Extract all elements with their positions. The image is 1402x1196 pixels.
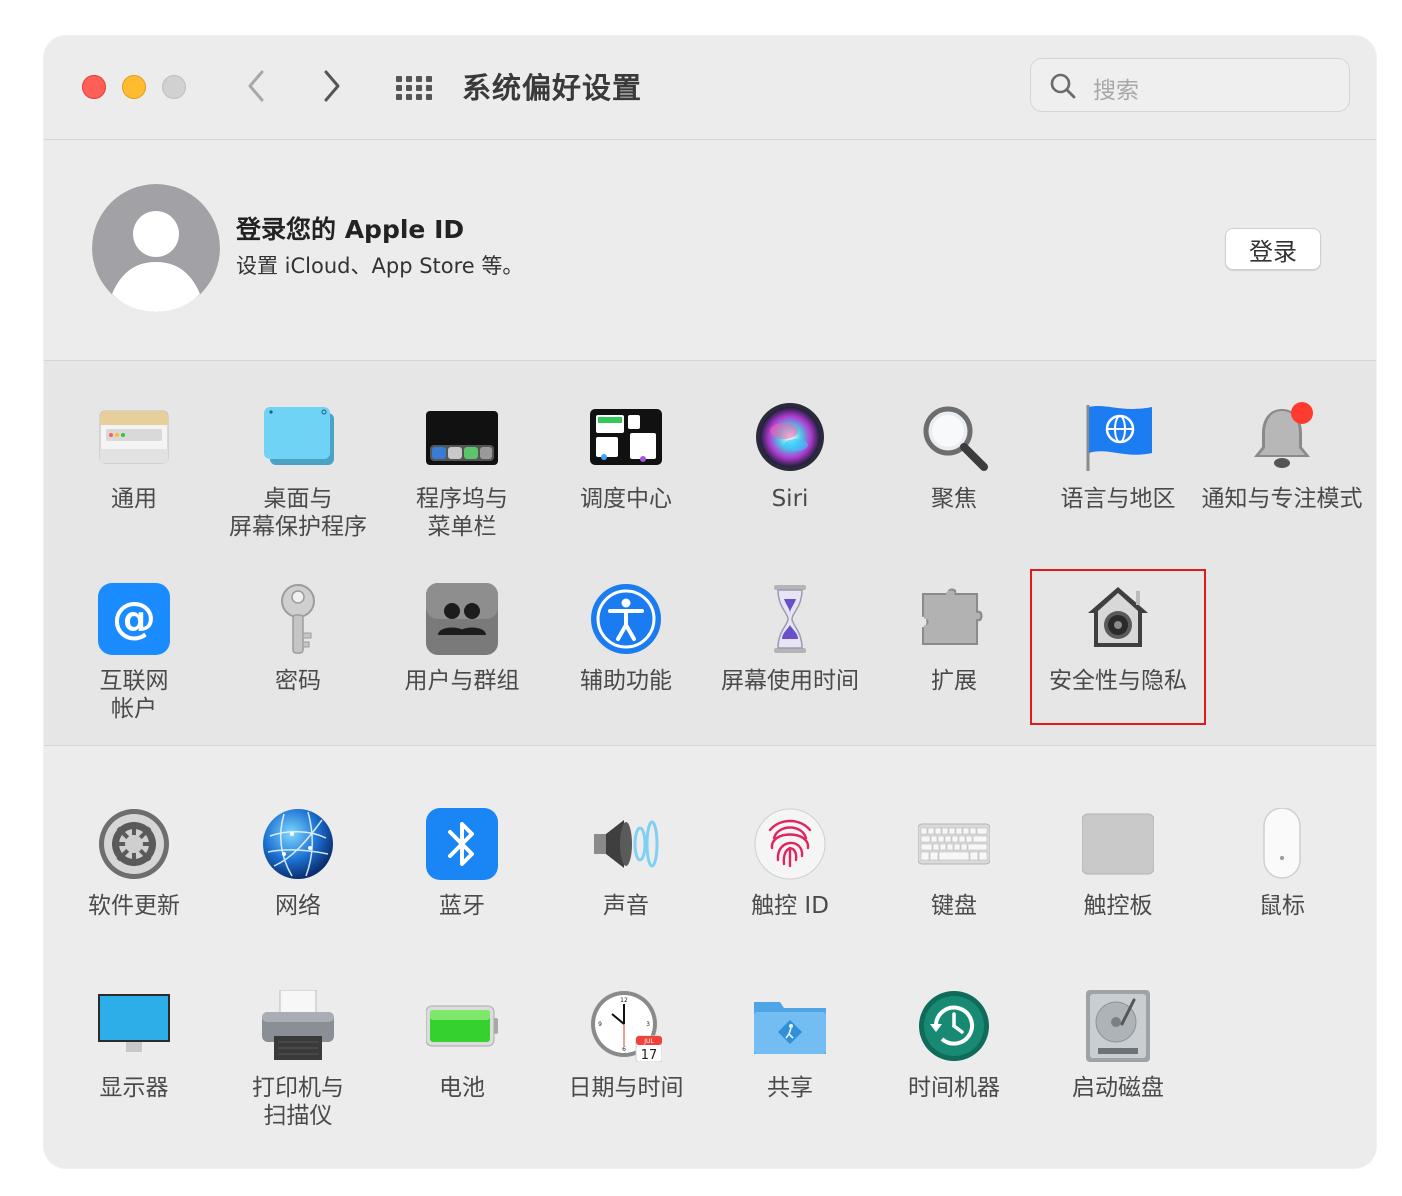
pane-label: 用户与群组 xyxy=(404,668,520,694)
dock-menubar-icon xyxy=(426,411,498,465)
touch-id-icon xyxy=(754,808,826,880)
title-bar: 系统偏好设置 搜索 xyxy=(44,36,1376,140)
user-silhouette-icon xyxy=(92,184,220,312)
search-icon xyxy=(1050,73,1076,99)
system-preferences-window: 系统偏好设置 搜索 登录您的 Apple ID 设置 iCloud、App St… xyxy=(44,36,1376,1168)
close-button[interactable] xyxy=(82,75,106,99)
desktop-screensaver-icon xyxy=(264,407,334,465)
network-icon xyxy=(263,809,333,879)
pane-label: 程序坞与 菜单栏 xyxy=(416,486,508,540)
chevron-right-icon xyxy=(324,70,340,102)
minimize-button[interactable] xyxy=(122,75,146,99)
pane-label: 蓝牙 xyxy=(439,893,485,919)
chevron-left-icon xyxy=(248,70,264,102)
search-placeholder: 搜索 xyxy=(1093,78,1139,104)
svg-text:9: 9 xyxy=(598,1021,602,1028)
pane-label: 电池 xyxy=(439,1075,485,1101)
pane-label: 互联网 帐户 xyxy=(99,668,169,722)
pane-label: 屏幕使用时间 xyxy=(721,668,859,694)
pane-label: 软件更新 xyxy=(88,893,180,919)
pane-label: Siri xyxy=(771,486,809,512)
pane-label: 聚焦 xyxy=(931,486,977,512)
apple-id-title: 登录您的 Apple ID xyxy=(236,215,465,244)
general-icon xyxy=(99,410,169,464)
keyboard-icon xyxy=(918,823,990,865)
spotlight-icon xyxy=(923,406,988,471)
bluetooth-icon xyxy=(426,808,498,880)
pane-label: 启动磁盘 xyxy=(1072,1075,1164,1101)
zoom-button[interactable] xyxy=(162,75,186,99)
date-time-icon: 12 3 6 9 JUL 17 xyxy=(591,991,662,1062)
apple-id-section: 登录您的 Apple ID 设置 iCloud、App Store 等。 登录 xyxy=(44,140,1376,361)
pane-label: 键盘 xyxy=(931,893,977,919)
pane-label: 通知与专注模式 xyxy=(1201,486,1363,512)
search-field[interactable]: 搜索 xyxy=(1030,58,1350,112)
sound-icon xyxy=(594,820,659,868)
startup-disk-icon xyxy=(1086,990,1150,1062)
battery-icon xyxy=(426,1005,498,1047)
extensions-icon xyxy=(922,588,983,645)
printers-scanners-icon xyxy=(262,990,334,1060)
pane-label: 时间机器 xyxy=(908,1075,1000,1101)
software-update-icon xyxy=(99,809,169,879)
window-title: 系统偏好设置 xyxy=(462,71,643,105)
pane-label: 辅助功能 xyxy=(580,668,672,694)
pane-label: 显示器 xyxy=(99,1075,169,1101)
pane-label: 日期与时间 xyxy=(568,1075,684,1101)
mouse-icon xyxy=(1263,808,1301,879)
back-button[interactable] xyxy=(236,66,276,106)
pane-label: 声音 xyxy=(603,893,649,919)
avatar[interactable] xyxy=(92,184,220,312)
pane-label: 调度中心 xyxy=(580,486,672,512)
time-machine-icon xyxy=(919,991,989,1061)
calendar-day: 17 xyxy=(641,1048,658,1062)
show-all-button[interactable] xyxy=(392,68,436,108)
svg-text:12: 12 xyxy=(620,997,628,1004)
sign-in-button[interactable]: 登录 xyxy=(1225,228,1321,270)
language-region-icon xyxy=(1086,405,1152,471)
apple-id-subtitle: 设置 iCloud、App Store 等。 xyxy=(236,254,524,278)
highlight-box xyxy=(1030,569,1206,725)
calendar-month: JUL xyxy=(643,1038,654,1045)
internet-accounts-icon: @ xyxy=(98,583,170,655)
mission-control-icon xyxy=(590,409,662,465)
svg-text:6: 6 xyxy=(622,1046,626,1053)
pane-label: 密码 xyxy=(275,668,321,694)
pane-label: 通用 xyxy=(111,486,157,512)
passwords-icon xyxy=(281,584,315,654)
notifications-icon xyxy=(1254,402,1313,468)
pane-label: 语言与地区 xyxy=(1060,486,1176,512)
pane-label: 桌面与 屏幕保护程序 xyxy=(229,486,367,540)
pane-label: 网络 xyxy=(275,893,321,919)
pane-label: 鼠标 xyxy=(1259,893,1305,919)
accessibility-icon xyxy=(591,584,661,654)
grid-icon xyxy=(396,76,432,100)
sharing-icon xyxy=(754,1002,826,1054)
pane-label: 扩展 xyxy=(931,668,977,694)
pane-label: 共享 xyxy=(767,1075,813,1101)
screen-time-icon xyxy=(774,585,806,653)
svg-text:@: @ xyxy=(112,593,156,644)
pane-label: 触控板 xyxy=(1083,893,1153,919)
svg-text:3: 3 xyxy=(646,1021,650,1028)
trackpad-icon xyxy=(1082,813,1154,875)
users-groups-icon xyxy=(426,583,498,655)
hardware-prefs-section: 软件更新 网络 蓝牙 声音 触控 ID 键盘 触控板 鼠标 显示器 打印机与 扫… xyxy=(44,746,1376,1168)
forward-button[interactable] xyxy=(312,66,352,106)
pane-label: 触控 ID xyxy=(751,893,829,919)
siri-icon xyxy=(756,403,824,471)
pane-label: 打印机与 扫描仪 xyxy=(252,1075,344,1129)
displays-icon xyxy=(98,994,170,1052)
